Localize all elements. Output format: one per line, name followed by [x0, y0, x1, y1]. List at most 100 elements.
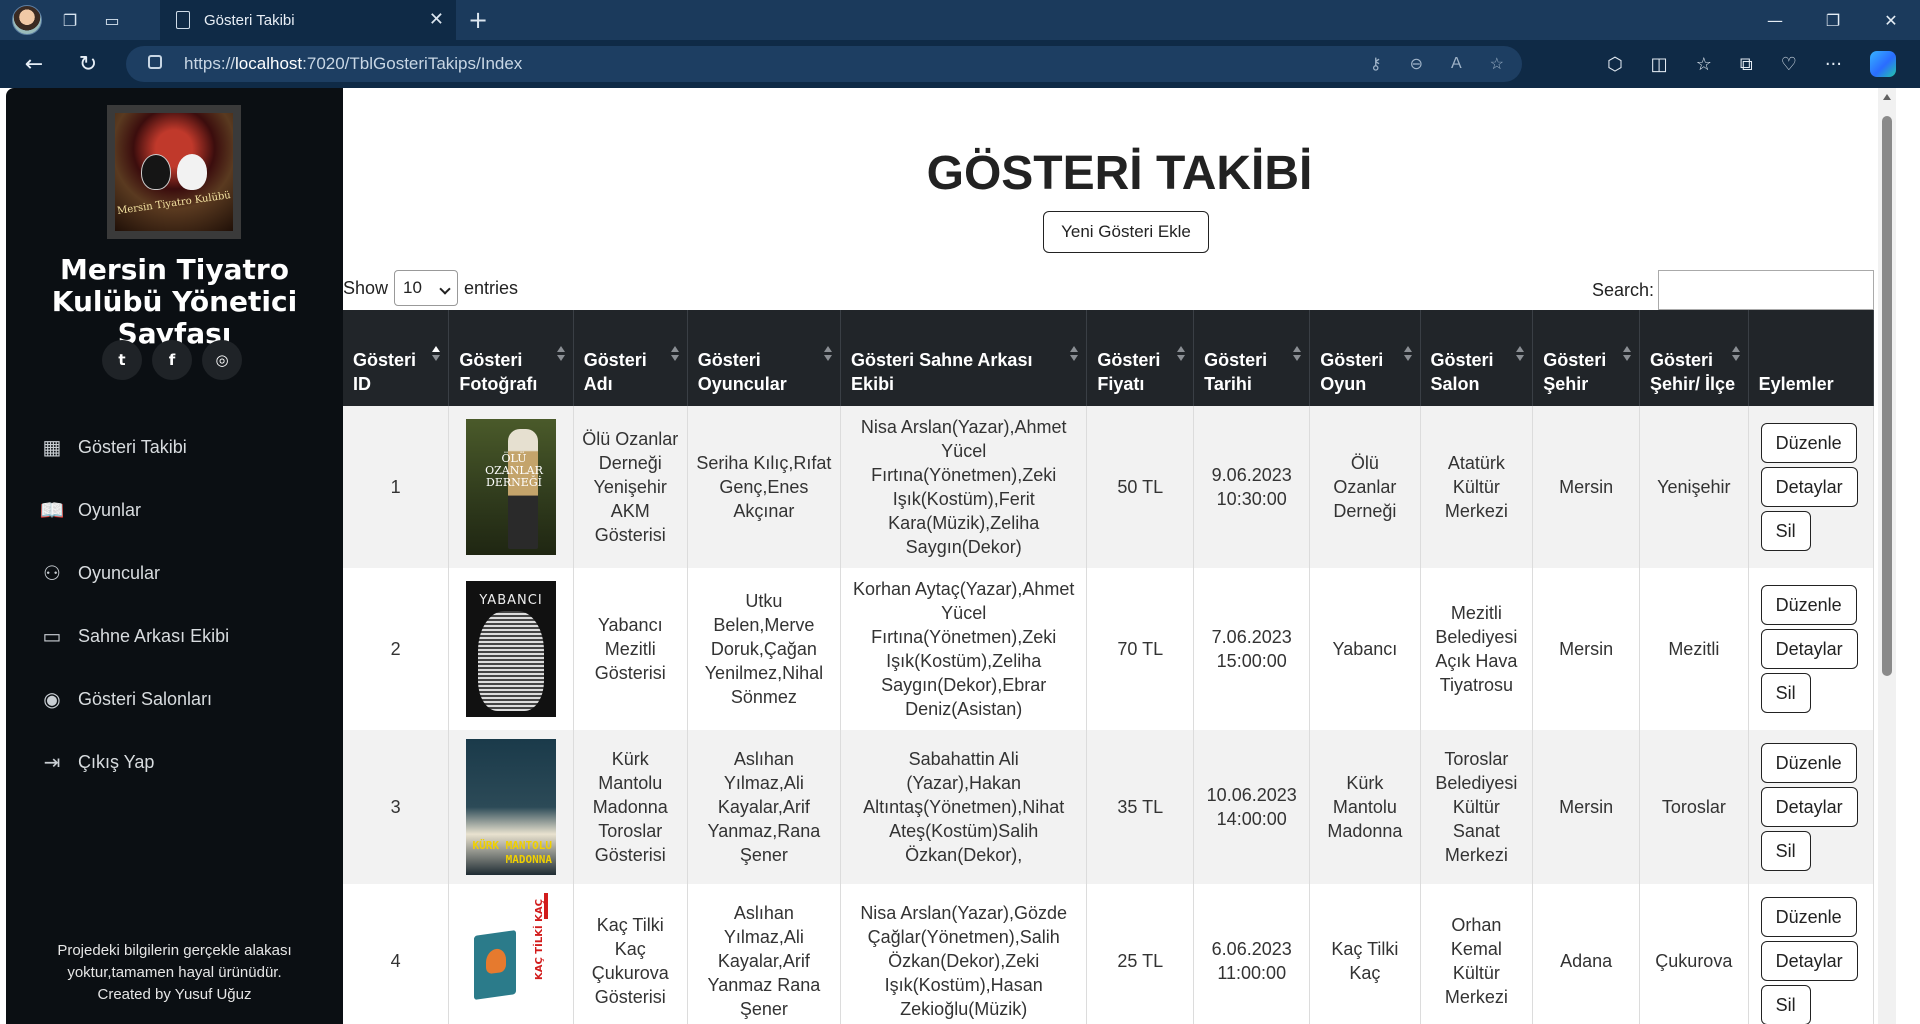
col-header-crew[interactable]: Gösteri Sahne Arkası Ekibi — [840, 310, 1088, 406]
sidebar-item-logout[interactable]: ⇥ Çıkış Yap — [40, 731, 229, 794]
sidebar-item-sahne-arkasi[interactable]: ▭ Sahne Arkası Ekibi — [40, 605, 230, 668]
table-row: 4 KAÇ TİLKİ KAÇ Kaç Tilki Kaç Çukurova G… — [343, 884, 1875, 1024]
window-controls: — ❐ ✕ — [1746, 0, 1920, 40]
scroll-up-icon[interactable] — [1883, 94, 1891, 100]
cell-venue: Atatürk Kültür Merkezi — [1420, 406, 1534, 568]
details-button[interactable]: Detaylar — [1760, 629, 1858, 669]
browser-essentials-icon[interactable]: ♡ — [1781, 54, 1797, 75]
cell-price: 70 TL — [1086, 568, 1195, 730]
page-scrollbar[interactable] — [1878, 88, 1896, 1024]
url-field[interactable]: https://localhost:7020/TblGosteriTakips/… — [126, 46, 1522, 82]
sidebar-item-salonlar[interactable]: ◉ Gösteri Salonları — [40, 668, 229, 731]
cell-date: 9.06.2023 10:30:00 — [1193, 406, 1311, 568]
collections-icon[interactable]: ⧉ — [1740, 54, 1753, 75]
col-header-actors[interactable]: Gösteri Oyuncular — [687, 310, 842, 406]
cell-actions: Düzenle Detaylar Sil — [1748, 730, 1875, 884]
url-host: localhost — [235, 54, 303, 73]
book-icon: 📖 — [39, 500, 65, 522]
cell-id: 2 — [343, 568, 450, 730]
close-window-icon[interactable]: ✕ — [1862, 0, 1920, 40]
col-header-district[interactable]: Gösteri Şehir/ İlçe — [1639, 310, 1749, 406]
scroll-thumb[interactable] — [1882, 116, 1892, 676]
sidebar-item-oyunlar[interactable]: 📖 Oyunlar — [40, 479, 229, 542]
twitter-icon[interactable]: t — [102, 340, 142, 380]
cell-name: Kürk Mantolu Madonna Toroslar Gösterisi — [573, 730, 688, 884]
favorites-icon[interactable]: ☆ — [1696, 54, 1712, 75]
more-menu-icon[interactable]: ··· — [1825, 54, 1842, 75]
back-arrow-icon[interactable]: ← — [14, 44, 54, 84]
sidebar-item-gosteri-takibi[interactable]: ▦ Gösteri Takibi — [40, 416, 229, 479]
add-show-button[interactable]: Yeni Gösteri Ekle — [1043, 211, 1209, 253]
sidebar-menu: ▦ Gösteri Takibi 📖 Oyunlar ⚇ Oyuncular ▭… — [40, 416, 230, 794]
instagram-icon[interactable]: ◎ — [202, 340, 242, 380]
cell-venue: Toroslar Belediyesi Kültür Sanat Merkezi — [1420, 730, 1534, 884]
details-button[interactable]: Detaylar — [1760, 787, 1858, 827]
tab-actions-icon[interactable]: ▭ — [98, 6, 126, 34]
entries-label: entries — [464, 277, 519, 298]
cell-photo: YABANCI — [448, 568, 574, 730]
edit-button[interactable]: Düzenle — [1760, 423, 1857, 463]
sort-icon — [1177, 346, 1186, 361]
restore-icon[interactable]: ❐ — [1804, 0, 1862, 40]
comedy-mask-icon — [177, 154, 207, 190]
footer-line: yoktur,tamamen hayal ürünüdür. — [67, 964, 282, 981]
cell-crew: Korhan Aytaç(Yazar),Ahmet Yücel Fırtına(… — [840, 568, 1088, 730]
cell-name: Yabancı Mezitli Gösterisi — [573, 568, 688, 730]
col-header-photo[interactable]: Gösteri Fotoğrafı — [448, 310, 574, 406]
sidebar-item-oyuncular[interactable]: ⚇ Oyuncular — [40, 542, 229, 605]
key-icon[interactable]: ⚷ — [1370, 54, 1382, 74]
cell-date: 10.06.2023 14:00:00 — [1193, 730, 1311, 884]
delete-button[interactable]: Sil — [1760, 831, 1811, 871]
sort-icon — [1516, 346, 1525, 361]
cell-district: Çukurova — [1639, 884, 1749, 1024]
col-header-play[interactable]: Gösteri Oyun — [1309, 310, 1421, 406]
tragedy-mask-icon — [141, 154, 171, 190]
social-links: t f ◎ — [102, 340, 242, 380]
edit-button[interactable]: Düzenle — [1760, 585, 1857, 625]
facebook-icon[interactable]: f — [152, 340, 192, 380]
details-button[interactable]: Detaylar — [1760, 941, 1858, 981]
club-logo[interactable]: Mersin Tiyatro Kulübü — [107, 105, 241, 239]
read-aloud-icon[interactable]: A — [1451, 55, 1462, 73]
delete-button[interactable]: Sil — [1760, 511, 1811, 551]
close-tab-icon[interactable]: ✕ — [429, 9, 444, 30]
person-icon: ⚇ — [43, 563, 61, 585]
show-poster[interactable]: KÜRK MANTOLU MADONNA — [466, 739, 557, 875]
copilot-icon[interactable] — [1870, 51, 1896, 77]
edit-button[interactable]: Düzenle — [1760, 743, 1857, 783]
details-button[interactable]: Detaylar — [1760, 467, 1858, 507]
logo-text: Mersin Tiyatro Kulübü — [116, 190, 232, 217]
show-poster[interactable]: YABANCI — [466, 581, 557, 717]
workspaces-icon[interactable]: ❐ — [56, 6, 84, 34]
minimize-icon[interactable]: — — [1746, 0, 1804, 40]
edit-button[interactable]: Düzenle — [1760, 897, 1857, 937]
sort-icon — [670, 346, 679, 361]
delete-button[interactable]: Sil — [1760, 985, 1811, 1024]
favorite-star-icon[interactable]: ☆ — [1490, 54, 1504, 74]
show-poster[interactable]: ÖLÜ OZANLAR DERNEĞİ — [466, 419, 557, 555]
sidebar-item-label: Gösteri Salonları — [78, 689, 213, 709]
delete-button[interactable]: Sil — [1760, 673, 1811, 713]
col-header-city[interactable]: Gösteri Şehir — [1532, 310, 1641, 406]
cell-actors: Aslıhan Yılmaz,Ali Kayalar,Arif Yanmaz R… — [687, 884, 842, 1024]
search-input[interactable] — [1658, 270, 1874, 310]
refresh-icon[interactable]: ↻ — [68, 44, 108, 84]
location-icon: ◉ — [43, 689, 61, 711]
url-prefix: https:// — [184, 54, 236, 73]
col-header-venue[interactable]: Gösteri Salon — [1420, 310, 1534, 406]
entries-select[interactable]: 10 — [394, 270, 459, 306]
sort-icon — [1731, 346, 1740, 361]
table-row: 2 YABANCI Yabancı Mezitli Gösterisi Utku… — [343, 568, 1875, 730]
col-header-price[interactable]: Gösteri Fiyatı — [1086, 310, 1195, 406]
profile-avatar[interactable] — [12, 5, 42, 35]
col-header-date[interactable]: Gösteri Tarihi — [1193, 310, 1311, 406]
show-poster[interactable]: KAÇ TİLKİ KAÇ — [466, 893, 557, 1024]
zoom-icon[interactable]: ⊖ — [1410, 54, 1423, 74]
col-header-name[interactable]: Gösteri Adı — [573, 310, 688, 406]
col-header-id[interactable]: Gösteri ID — [343, 310, 450, 406]
extensions-icon[interactable]: ⬡ — [1607, 54, 1623, 75]
new-tab-icon[interactable]: + — [468, 6, 488, 34]
split-screen-icon[interactable]: ◫ — [1651, 54, 1668, 75]
cell-name: Kaç Tilki Kaç Çukurova Gösterisi — [573, 884, 688, 1024]
browser-tab-active[interactable]: Gösteri Takibi ✕ — [160, 0, 456, 40]
